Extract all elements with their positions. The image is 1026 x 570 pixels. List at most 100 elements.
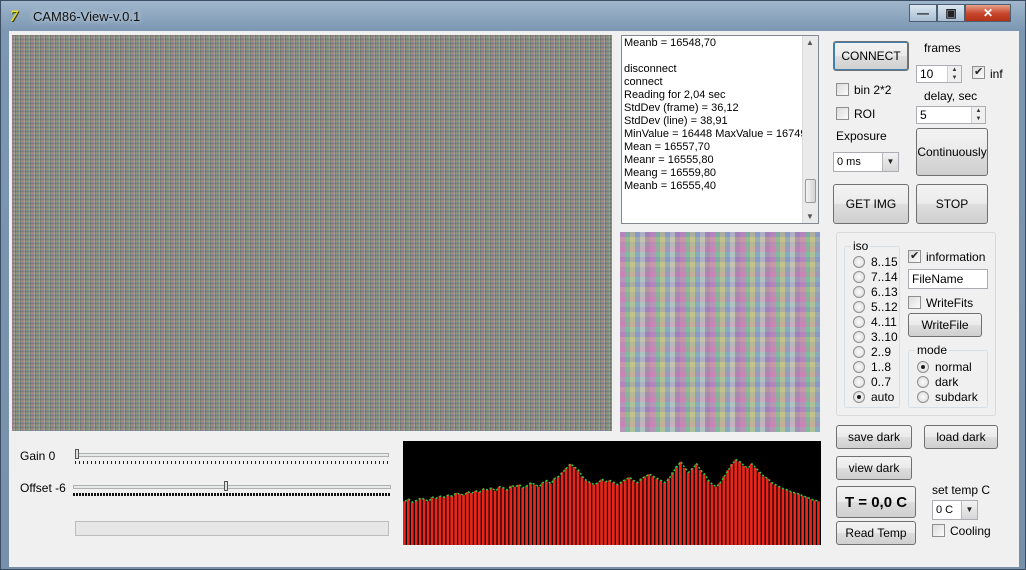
title-bar[interactable]: 7 CAM86-View-v.0.1 — ▣ ✕ <box>1 1 1026 31</box>
iso-radio[interactable] <box>853 331 865 343</box>
camera-image-view[interactable] <box>12 35 612 431</box>
iso-radio[interactable] <box>853 376 865 388</box>
histogram-bar <box>753 468 757 545</box>
read-temp-button[interactable]: Read Temp <box>836 521 916 545</box>
histogram-bar <box>501 487 505 545</box>
exposure-select[interactable]: 0 ms ▼ <box>833 152 899 172</box>
histogram-bar <box>600 479 603 545</box>
frames-spinner[interactable]: 10 ▲ ▼ <box>916 65 962 83</box>
save-dark-button[interactable]: save dark <box>836 425 912 449</box>
iso-radio[interactable] <box>853 301 865 313</box>
histogram-bar <box>813 500 816 545</box>
histogram-bar <box>497 486 501 545</box>
mode-radio[interactable] <box>917 361 929 373</box>
log-textarea[interactable]: Meanb = 16548,70 disconnect connect Reading… <box>621 35 819 224</box>
offset-slider-thumb[interactable] <box>223 481 228 491</box>
histogram-bar <box>750 463 753 545</box>
histogram-bar <box>655 478 659 545</box>
frames-value: 10 <box>920 67 934 81</box>
writefits-checkbox[interactable] <box>908 296 921 309</box>
iso-radio[interactable] <box>853 361 865 373</box>
histogram-bar <box>604 481 607 545</box>
scroll-up-icon[interactable]: ▲ <box>806 38 814 47</box>
spin-arrows-icon[interactable]: ▲ ▼ <box>971 107 985 123</box>
load-dark-button[interactable]: load dark <box>924 425 998 449</box>
information-checkbox[interactable] <box>908 249 921 263</box>
maximize-icon[interactable]: ▣ <box>937 4 965 22</box>
iso-radio[interactable] <box>853 286 865 298</box>
iso-radio[interactable] <box>853 391 865 403</box>
progress-bar <box>75 521 389 536</box>
histogram-bar <box>675 465 678 545</box>
histogram-bar <box>430 497 434 545</box>
filename-field[interactable]: FileName <box>908 269 988 289</box>
scroll-down-icon[interactable]: ▼ <box>806 212 814 221</box>
mode-option-label: normal <box>935 360 972 374</box>
histogram-chart <box>403 441 821 545</box>
log-line: Meanb = 16555,40 <box>624 180 717 192</box>
continuously-button[interactable]: Continuously <box>916 128 988 176</box>
histogram-bar <box>682 468 686 545</box>
histogram-bar <box>805 497 808 545</box>
histogram-bar <box>612 482 615 545</box>
histogram-bar <box>722 476 726 545</box>
iso-option-label: 7..14 <box>871 270 898 284</box>
writefile-button[interactable]: WriteFile <box>908 313 982 337</box>
view-dark-button[interactable]: view dark <box>836 456 912 480</box>
connect-button[interactable]: CONNECT <box>833 41 909 71</box>
mode-radio[interactable] <box>917 376 929 388</box>
stop-button[interactable]: STOP <box>916 184 988 224</box>
log-line: StdDev (frame) = 36,12 <box>624 102 739 114</box>
histogram-bar <box>663 482 666 545</box>
bin-checkbox[interactable] <box>836 83 849 96</box>
cooling-checkbox[interactable] <box>932 524 945 537</box>
histogram-bar <box>493 490 497 545</box>
mode-option-label: dark <box>935 375 959 389</box>
histogram-bar <box>560 472 564 545</box>
iso-radio[interactable] <box>853 346 865 358</box>
inf-label: inf <box>990 67 1003 81</box>
histogram-bar <box>777 486 781 545</box>
scroll-thumb[interactable] <box>805 179 816 203</box>
chevron-down-icon[interactable]: ▼ <box>882 153 898 171</box>
spin-arrows-icon[interactable]: ▲ ▼ <box>947 66 961 82</box>
histogram-bar <box>517 484 521 545</box>
iso-radio[interactable] <box>853 271 865 283</box>
offset-slider-track[interactable] <box>73 485 391 489</box>
log-line: Meanr = 16555,80 <box>624 154 714 166</box>
set-temp-value: 0 C <box>936 504 954 516</box>
histogram-bar <box>556 476 560 545</box>
caption-buttons: — ▣ ✕ <box>909 4 1011 24</box>
histogram-bar <box>690 468 694 545</box>
chevron-down-icon[interactable]: ▼ <box>961 501 977 519</box>
histogram-bar <box>706 480 710 545</box>
inf-checkbox[interactable] <box>972 65 985 79</box>
gain-slider-thumb[interactable] <box>75 449 79 459</box>
iso-radio[interactable] <box>853 256 865 268</box>
log-scrollbar[interactable]: ▲ ▼ <box>802 36 818 223</box>
iso-radio[interactable] <box>853 316 865 328</box>
minimize-icon[interactable]: — <box>909 4 937 22</box>
histogram-bar <box>817 501 820 545</box>
roi-checkbox[interactable] <box>836 107 849 120</box>
writefits-label: WriteFits <box>926 296 974 310</box>
histogram-bar <box>454 493 457 545</box>
histogram-bar <box>686 472 690 545</box>
delay-spinner[interactable]: 5 ▲ ▼ <box>916 106 986 124</box>
histogram-bar <box>406 499 410 545</box>
set-temp-select[interactable]: 0 C ▼ <box>932 500 978 520</box>
histogram-bar <box>801 496 805 545</box>
information-label: information <box>926 250 986 264</box>
log-line: connect <box>624 76 663 88</box>
histogram-bar <box>635 482 639 545</box>
gain-slider-track[interactable] <box>75 453 389 457</box>
offset-label: Offset -6 <box>20 481 66 495</box>
mode-radio[interactable] <box>917 391 929 403</box>
close-icon[interactable]: ✕ <box>965 4 1011 22</box>
get-img-button[interactable]: GET IMG <box>833 184 909 224</box>
histogram-bar <box>505 489 509 545</box>
set-temp-label: set temp C <box>932 483 991 497</box>
histogram-bar <box>541 482 544 545</box>
log-line: Reading for 2,04 sec <box>624 89 726 101</box>
histogram-bar <box>761 476 765 545</box>
